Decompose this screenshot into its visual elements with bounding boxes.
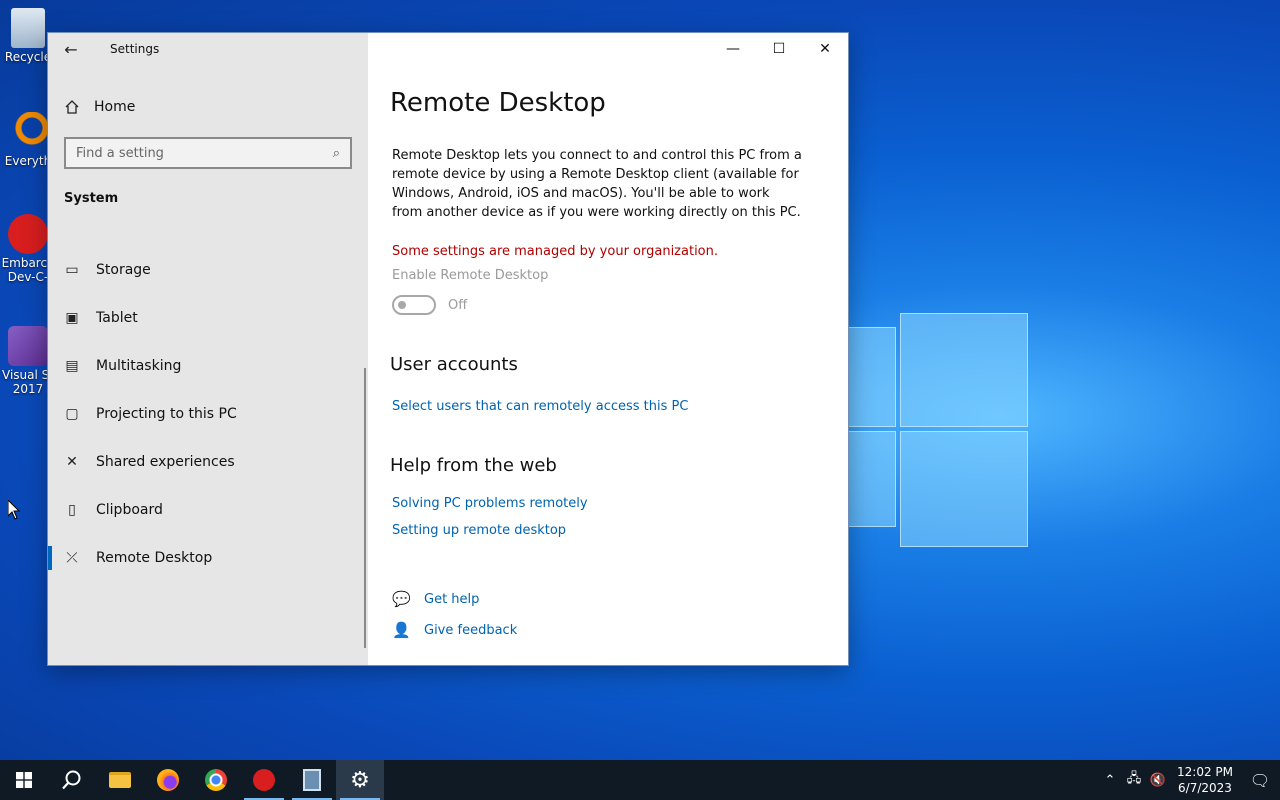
sidebar-item-label: Remote Desktop bbox=[96, 550, 213, 566]
sidebar-item-shared-experiences[interactable]: ✕ Shared experiences bbox=[48, 438, 364, 486]
sidebar-item-label: Tablet bbox=[96, 310, 138, 326]
home-icon bbox=[65, 100, 79, 114]
sidebar-item-label: Home bbox=[94, 99, 136, 115]
taskbar-search-button[interactable] bbox=[48, 760, 96, 800]
devcpp-icon bbox=[8, 214, 48, 254]
volume-muted-icon[interactable]: 🔇 bbox=[1146, 773, 1170, 788]
mouse-cursor-icon bbox=[8, 500, 20, 520]
taskbar-chrome[interactable] bbox=[192, 760, 240, 800]
help-heading: Help from the web bbox=[390, 455, 557, 476]
windows-start-icon bbox=[16, 772, 32, 788]
taskbar-devcpp[interactable] bbox=[240, 760, 288, 800]
page-title: Remote Desktop bbox=[390, 88, 606, 118]
multitasking-icon: ▤ bbox=[65, 358, 79, 374]
recycle-bin-icon bbox=[11, 8, 45, 48]
clipboard-icon: ▯ bbox=[68, 502, 76, 518]
devcpp-icon bbox=[253, 769, 275, 791]
back-arrow-icon: ← bbox=[64, 39, 78, 59]
window-controls: — ☐ ✕ bbox=[710, 33, 848, 65]
search-box[interactable]: ⌕ bbox=[64, 137, 352, 169]
windows-wallpaper-logo bbox=[848, 305, 1028, 550]
settings-window: ← Settings Home ⌕ System ▭ Storage ▣ Tab… bbox=[48, 33, 848, 665]
app-title: Settings bbox=[110, 42, 160, 56]
section-title: System bbox=[64, 191, 119, 206]
search-icon: ⌕ bbox=[332, 145, 340, 161]
storage-icon: ▭ bbox=[65, 262, 79, 278]
maximize-button[interactable]: ☐ bbox=[756, 33, 802, 65]
feedback-icon: 👤 bbox=[392, 621, 411, 639]
user-accounts-heading: User accounts bbox=[390, 354, 518, 375]
sidebar-item-label: Projecting to this PC bbox=[96, 406, 237, 422]
sidebar-item-label: Storage bbox=[96, 262, 151, 278]
get-help-link[interactable]: 💬 Get help bbox=[392, 590, 479, 608]
managed-notice: Some settings are managed by your organi… bbox=[392, 244, 719, 259]
network-icon[interactable]: 🖧 bbox=[1122, 769, 1146, 791]
back-button[interactable]: ← bbox=[48, 33, 94, 65]
search-input[interactable] bbox=[76, 145, 333, 161]
sidebar-item-clipboard[interactable]: ▯ Clipboard bbox=[48, 486, 364, 534]
system-tray: ⌃ 🖧 🔇 12:02 PM 6/7/2023 🗨 bbox=[1098, 760, 1280, 800]
toggle-label: Enable Remote Desktop bbox=[392, 268, 549, 283]
calculator-icon bbox=[303, 769, 321, 791]
clock-time: 12:02 PM bbox=[1177, 765, 1233, 779]
sidebar-nav: ▭ Storage ▣ Tablet ▤ Multitasking ▢ Proj… bbox=[48, 246, 364, 582]
sidebar-item-remote-desktop[interactable]: ⤫ Remote Desktop bbox=[48, 534, 364, 582]
everything-search-icon bbox=[8, 112, 48, 152]
sidebar-item-tablet[interactable]: ▣ Tablet bbox=[48, 294, 364, 342]
page-description: Remote Desktop lets you connect to and c… bbox=[392, 148, 802, 220]
sidebar-item-multitasking[interactable]: ▤ Multitasking bbox=[48, 342, 364, 390]
give-feedback-label: Give feedback bbox=[424, 622, 518, 638]
get-help-label: Get help bbox=[424, 591, 480, 607]
select-users-link[interactable]: Select users that can remotely access th… bbox=[392, 399, 688, 414]
toggle-state: Off bbox=[448, 298, 468, 313]
setting-up-remote-desktop-link[interactable]: Setting up remote desktop bbox=[392, 523, 566, 538]
show-hidden-icons-button[interactable]: ⌃ bbox=[1098, 773, 1122, 788]
taskbar-settings[interactable]: ⚙ bbox=[336, 760, 384, 800]
search-icon bbox=[62, 770, 81, 790]
clock-date: 6/7/2023 bbox=[1178, 781, 1232, 795]
visual-studio-icon bbox=[8, 326, 48, 366]
minimize-button[interactable]: — bbox=[710, 33, 756, 65]
enable-remote-desktop-toggle[interactable] bbox=[392, 295, 436, 315]
sidebar-scrollbar[interactable] bbox=[364, 368, 366, 648]
sidebar: ← Settings Home ⌕ System ▭ Storage ▣ Tab… bbox=[48, 33, 368, 665]
taskbar-calculator[interactable] bbox=[288, 760, 336, 800]
gear-icon: ⚙ bbox=[350, 767, 370, 793]
projecting-icon: ▢ bbox=[65, 406, 79, 422]
close-button[interactable]: ✕ bbox=[802, 33, 848, 65]
sidebar-item-label: Multitasking bbox=[96, 358, 182, 374]
close-icon: ✕ bbox=[819, 41, 831, 57]
taskbar-firefox[interactable] bbox=[144, 760, 192, 800]
solving-pc-problems-link[interactable]: Solving PC problems remotely bbox=[392, 496, 588, 511]
firefox-icon bbox=[157, 769, 179, 791]
tablet-icon: ▣ bbox=[65, 310, 79, 326]
sidebar-item-storage[interactable]: ▭ Storage bbox=[48, 246, 364, 294]
folder-icon bbox=[109, 772, 131, 788]
minimize-icon: — bbox=[726, 41, 740, 57]
notification-center-icon[interactable]: 🗨 bbox=[1240, 771, 1280, 790]
give-feedback-link[interactable]: 👤 Give feedback bbox=[392, 621, 517, 639]
chrome-icon bbox=[205, 769, 227, 791]
sidebar-item-label: Shared experiences bbox=[96, 454, 235, 470]
taskbar-clock[interactable]: 12:02 PM 6/7/2023 bbox=[1170, 764, 1240, 796]
titlebar: ← Settings bbox=[48, 33, 368, 65]
taskbar: ⚙ ⌃ 🖧 🔇 12:02 PM 6/7/2023 🗨 bbox=[0, 760, 1280, 800]
maximize-icon: ☐ bbox=[772, 41, 786, 57]
remote-desktop-icon: ⤫ bbox=[66, 550, 78, 566]
sidebar-item-label: Clipboard bbox=[96, 502, 163, 518]
sidebar-item-projecting[interactable]: ▢ Projecting to this PC bbox=[48, 390, 364, 438]
start-button[interactable] bbox=[0, 760, 48, 800]
shared-experiences-icon: ✕ bbox=[66, 454, 78, 470]
get-help-icon: 💬 bbox=[392, 590, 411, 608]
toggle-knob bbox=[398, 301, 406, 309]
taskbar-file-explorer[interactable] bbox=[96, 760, 144, 800]
sidebar-item-home[interactable]: Home bbox=[64, 91, 135, 123]
